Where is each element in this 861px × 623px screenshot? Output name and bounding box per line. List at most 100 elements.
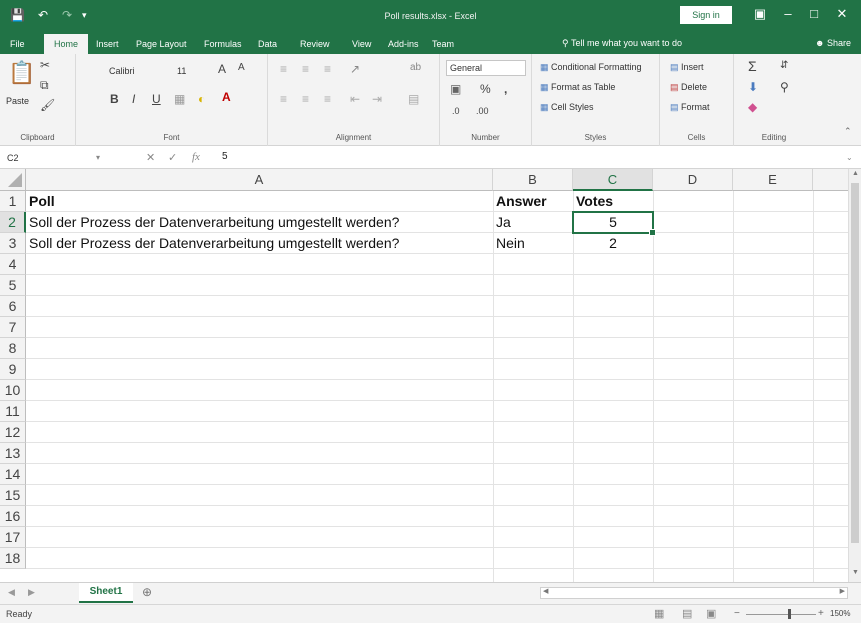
decrease-font-icon[interactable]: A — [238, 62, 245, 73]
horizontal-scrollbar[interactable]: ◀ ▶ — [540, 587, 848, 599]
increase-font-icon[interactable]: A — [218, 62, 226, 76]
page-break-preview-icon[interactable]: ▣ — [706, 607, 716, 620]
format-as-table-button[interactable]: ▦ Format as Table — [540, 82, 615, 93]
row-header[interactable]: 3 — [0, 233, 26, 254]
italic-icon[interactable]: I — [132, 92, 135, 106]
tab-page-layout[interactable]: Page Layout — [136, 39, 187, 49]
percent-style-icon[interactable]: % — [480, 82, 491, 96]
insert-function-icon[interactable]: fx — [192, 151, 200, 163]
normal-view-icon[interactable]: ▦ — [654, 607, 664, 620]
row-header[interactable]: 12 — [0, 422, 26, 443]
page-layout-view-icon[interactable]: ▤ — [682, 607, 692, 620]
scroll-down-icon[interactable]: ▼ — [852, 569, 859, 576]
tab-home[interactable]: Home — [44, 34, 89, 54]
fill-color-icon[interactable]: ◐ — [198, 92, 205, 106]
ribbon-display-options-icon[interactable]: ▣ — [748, 6, 772, 22]
insert-cells-button[interactable]: ▤ Insert — [670, 62, 704, 73]
number-format-select[interactable]: General — [446, 60, 526, 76]
row-header[interactable]: 15 — [0, 485, 26, 506]
align-middle-icon[interactable]: ≡ — [302, 62, 309, 76]
font-size-select[interactable]: 11 — [174, 64, 206, 80]
column-header-a[interactable]: A — [26, 169, 493, 191]
font-name-select[interactable]: Calibri — [106, 64, 168, 80]
copy-icon[interactable]: ⧉ — [40, 78, 49, 93]
row-header[interactable]: 11 — [0, 401, 26, 422]
scroll-up-icon[interactable]: ▲ — [852, 170, 859, 177]
cell-c1[interactable]: Votes — [573, 191, 613, 212]
row-header[interactable]: 1 — [0, 191, 26, 212]
tab-review[interactable]: Review — [300, 39, 330, 49]
column-header-c[interactable]: C — [573, 169, 653, 191]
column-header-f[interactable] — [813, 169, 848, 191]
align-top-icon[interactable]: ≡ — [280, 62, 287, 76]
sort-filter-icon[interactable]: ⇵ — [780, 60, 788, 71]
find-select-icon[interactable]: ⚲ — [780, 80, 789, 94]
decrease-decimal-icon[interactable]: .00 — [476, 106, 489, 116]
row-header[interactable]: 8 — [0, 338, 26, 359]
fill-icon[interactable]: ⬇ — [748, 80, 758, 94]
row-header[interactable]: 7 — [0, 317, 26, 338]
wrap-text-icon[interactable]: ab — [410, 62, 421, 73]
select-all-button[interactable] — [0, 169, 26, 191]
format-painter-icon[interactable]: 🖌 — [40, 98, 55, 112]
merge-center-icon[interactable]: ▤ — [408, 92, 419, 106]
scroll-right-icon[interactable]: ▶ — [840, 587, 845, 595]
tab-team[interactable]: Team — [432, 39, 454, 49]
accounting-format-icon[interactable]: ▣ — [450, 82, 461, 96]
orientation-icon[interactable]: ↗ — [350, 62, 360, 76]
zoom-in-icon[interactable]: + — [818, 608, 824, 619]
paste-button[interactable]: Paste — [6, 96, 29, 106]
cancel-icon[interactable]: ✕ — [146, 151, 155, 164]
row-header[interactable]: 4 — [0, 254, 26, 275]
paste-icon[interactable]: 📋 — [8, 60, 35, 86]
column-header-e[interactable]: E — [733, 169, 813, 191]
cell-b3[interactable]: Nein — [493, 233, 525, 254]
comma-style-icon[interactable]: , — [504, 82, 507, 96]
tab-formulas[interactable]: Formulas — [204, 39, 242, 49]
row-header[interactable]: 17 — [0, 527, 26, 548]
new-sheet-icon[interactable]: ⊕ — [142, 585, 152, 599]
row-header[interactable]: 14 — [0, 464, 26, 485]
zoom-slider[interactable] — [746, 614, 816, 615]
row-header[interactable]: 10 — [0, 380, 26, 401]
tell-me-box[interactable]: ⚲ Tell me what you want to do — [562, 38, 682, 49]
sign-in-button[interactable]: Sign in — [680, 6, 732, 24]
maximize-icon[interactable]: □ — [802, 6, 826, 21]
cell-a3[interactable]: Soll der Prozess der Datenverarbeitung u… — [26, 233, 399, 254]
zoom-slider-thumb[interactable] — [788, 609, 791, 619]
tab-add-ins[interactable]: Add-ins — [388, 39, 419, 49]
align-right-icon[interactable]: ≡ — [324, 92, 331, 106]
scroll-left-icon[interactable]: ◀ — [543, 587, 548, 595]
underline-icon[interactable]: U — [152, 92, 161, 106]
tab-insert[interactable]: Insert — [96, 39, 119, 49]
format-cells-button[interactable]: ▤ Format — [670, 102, 710, 113]
cut-icon[interactable]: ✂ — [40, 58, 50, 72]
zoom-out-icon[interactable]: − — [734, 608, 740, 619]
collapse-ribbon-icon[interactable]: ⌃ — [844, 126, 852, 137]
name-box-dropdown-icon[interactable]: ▾ — [96, 153, 100, 162]
name-box[interactable]: C2 — [3, 150, 103, 166]
sheet-tab-sheet1[interactable]: Sheet1 — [79, 583, 133, 603]
autosum-icon[interactable]: Σ — [748, 58, 757, 74]
increase-indent-icon[interactable]: ⇥ — [372, 92, 382, 106]
tab-file[interactable]: File — [10, 39, 25, 49]
cell-a2[interactable]: Soll der Prozess der Datenverarbeitung u… — [26, 212, 399, 233]
conditional-formatting-button[interactable]: ▦ Conditional Formatting — [540, 62, 642, 73]
expand-formula-bar-icon[interactable]: ⌄ — [846, 153, 853, 162]
decrease-indent-icon[interactable]: ⇤ — [350, 92, 360, 106]
row-header[interactable]: 9 — [0, 359, 26, 380]
align-center-icon[interactable]: ≡ — [302, 92, 309, 106]
row-header[interactable]: 5 — [0, 275, 26, 296]
minimize-icon[interactable]: – — [776, 6, 800, 21]
align-left-icon[interactable]: ≡ — [280, 92, 287, 106]
borders-icon[interactable]: ▦ — [174, 92, 185, 106]
row-header[interactable]: 6 — [0, 296, 26, 317]
vertical-scroll-thumb[interactable] — [851, 183, 859, 543]
formula-input[interactable]: 5 — [222, 151, 228, 162]
vertical-scrollbar[interactable]: ▲ ▼ — [848, 169, 861, 582]
row-header[interactable]: 13 — [0, 443, 26, 464]
column-header-d[interactable]: D — [653, 169, 733, 191]
row-header[interactable]: 2 — [0, 212, 26, 233]
column-header-b[interactable]: B — [493, 169, 573, 191]
cell-styles-button[interactable]: ▦ Cell Styles — [540, 102, 594, 113]
